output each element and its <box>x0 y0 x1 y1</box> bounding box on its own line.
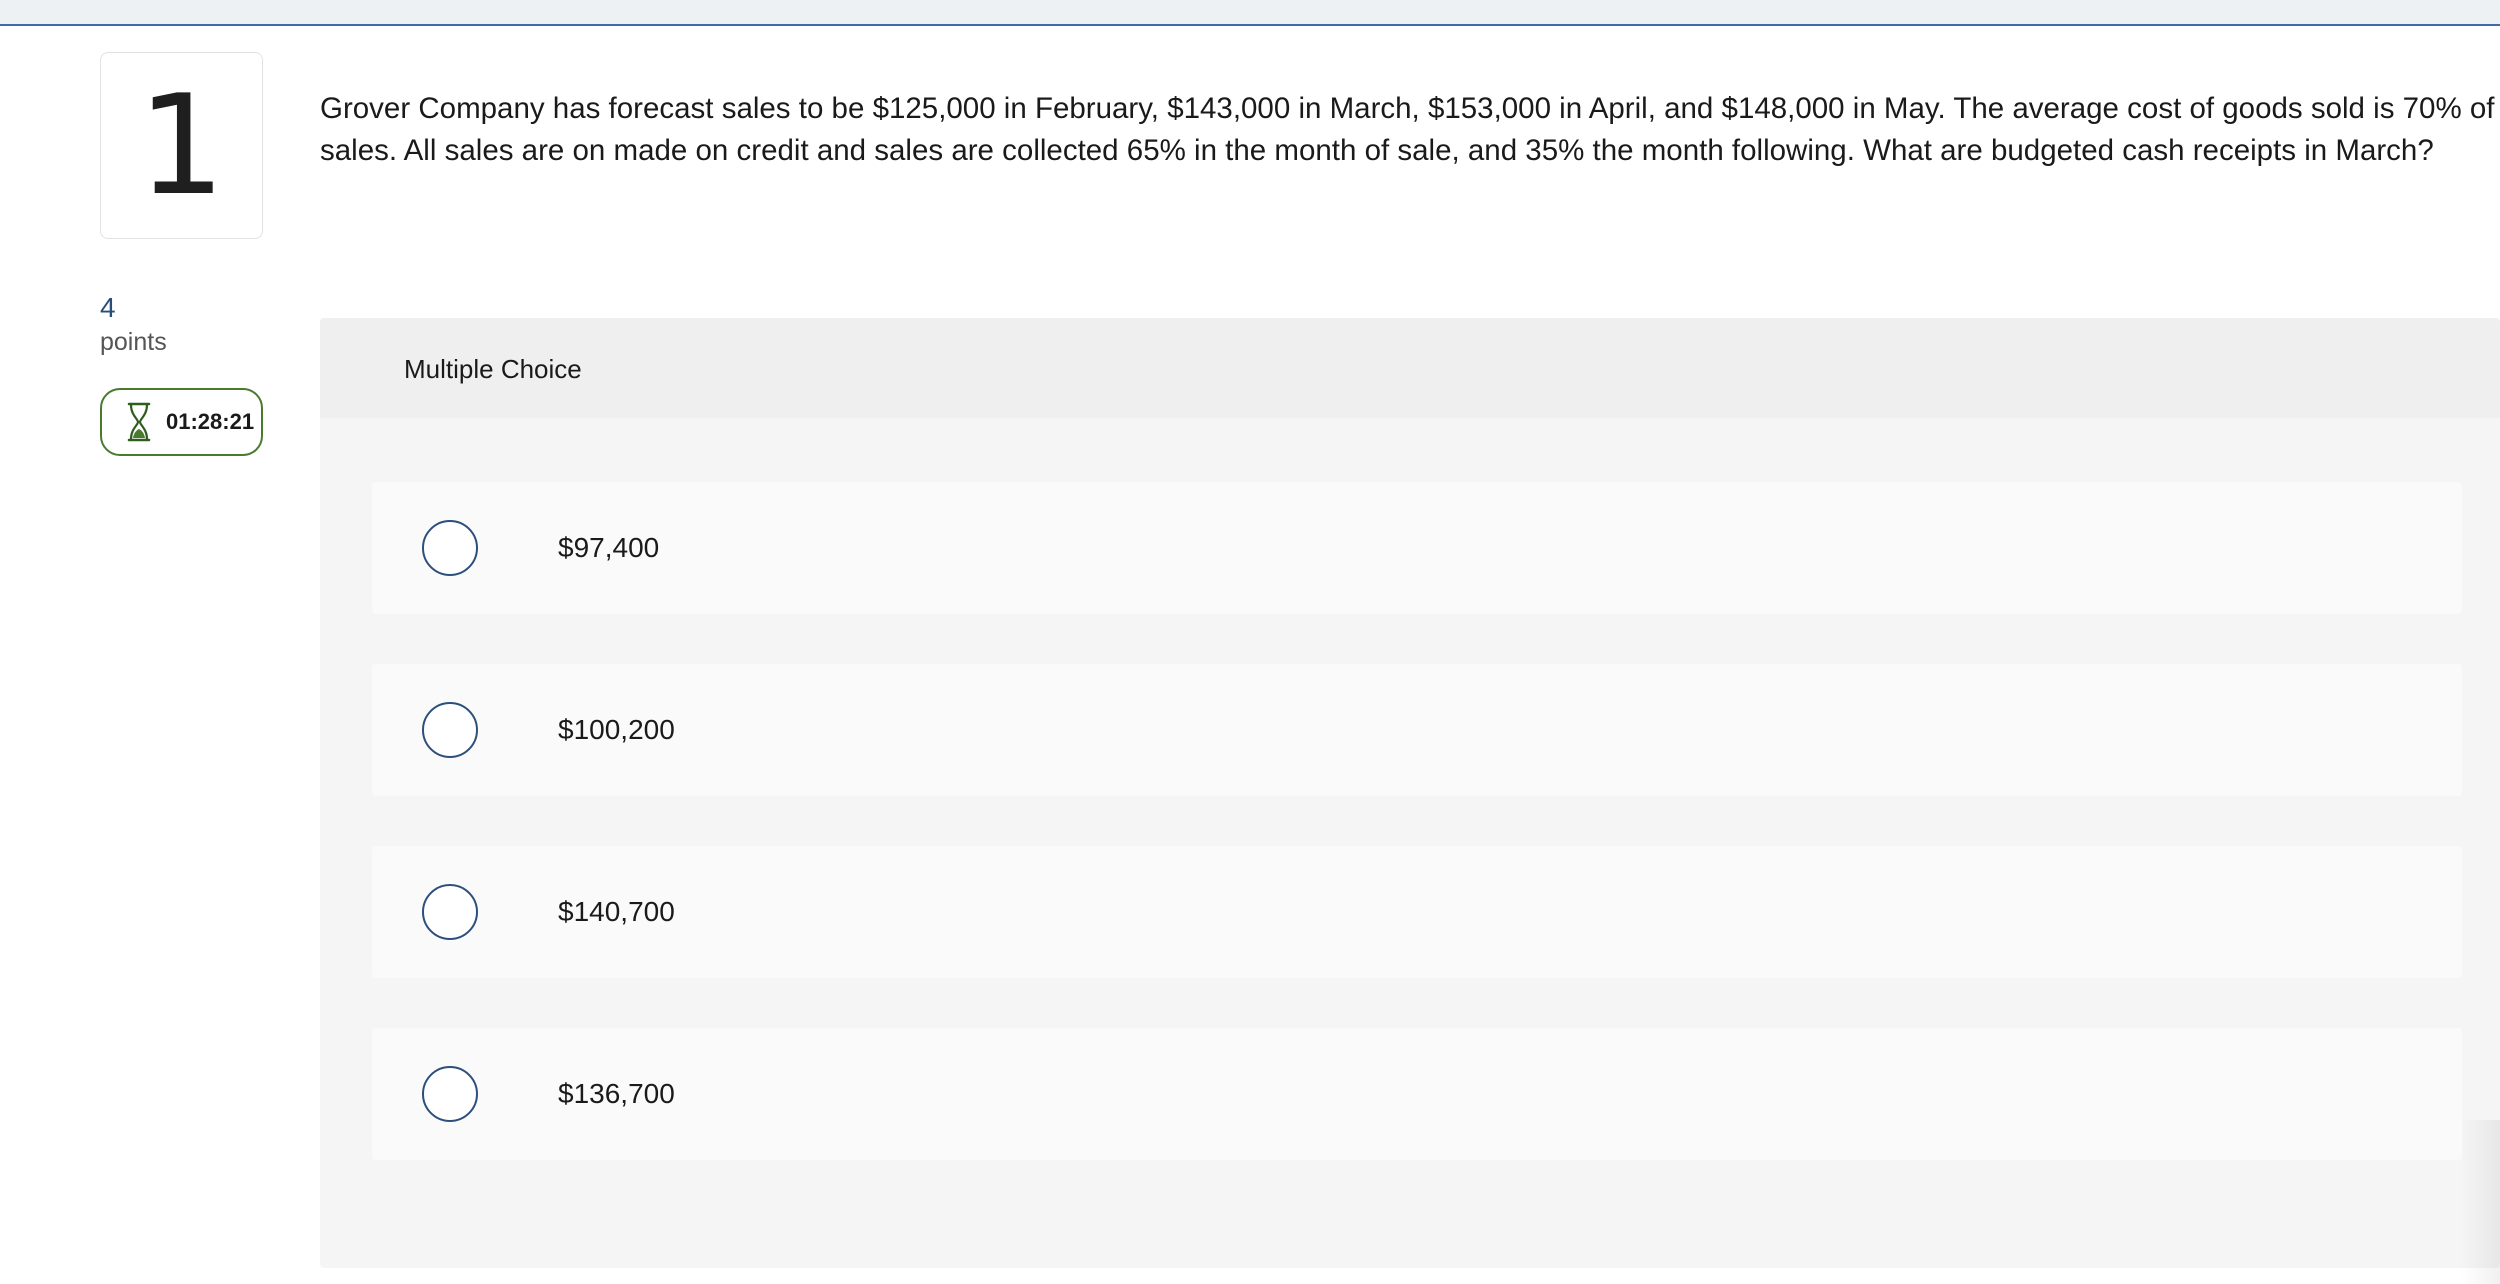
multiple-choice-label: Multiple Choice <box>404 354 582 384</box>
answer-option-4[interactable]: $136,700 <box>372 1028 2462 1160</box>
radio-button[interactable] <box>422 520 478 576</box>
radio-button[interactable] <box>422 884 478 940</box>
answer-option-label: $140,700 <box>558 896 675 927</box>
question-text: Grover Company has forecast sales to be … <box>320 92 2495 167</box>
answer-option-label: $97,400 <box>558 532 660 563</box>
answer-option-label: $100,200 <box>558 714 675 745</box>
points-value: 4 <box>100 292 116 323</box>
answer-option-2[interactable]: $100,200 <box>372 664 2462 796</box>
radio-button[interactable] <box>422 702 478 758</box>
timer-value: 01:28:21 <box>166 409 255 434</box>
multiple-choice-panel: Multiple Choice $97,400 $100,200 $140,70… <box>320 318 2500 1268</box>
timer-badge: 01:28:21 <box>100 388 263 456</box>
radio-button[interactable] <box>422 1066 478 1122</box>
hourglass-icon <box>126 402 152 442</box>
question-number: 1 <box>100 52 263 239</box>
edge-shadow <box>2460 1120 2500 1284</box>
answer-option-3[interactable]: $140,700 <box>372 846 2462 978</box>
answer-option-1[interactable]: $97,400 <box>372 482 2462 614</box>
points-label: points <box>100 328 167 356</box>
answer-option-label: $136,700 <box>558 1078 675 1109</box>
multiple-choice-header: Multiple Choice <box>320 318 2500 418</box>
top-bar <box>0 0 2500 26</box>
